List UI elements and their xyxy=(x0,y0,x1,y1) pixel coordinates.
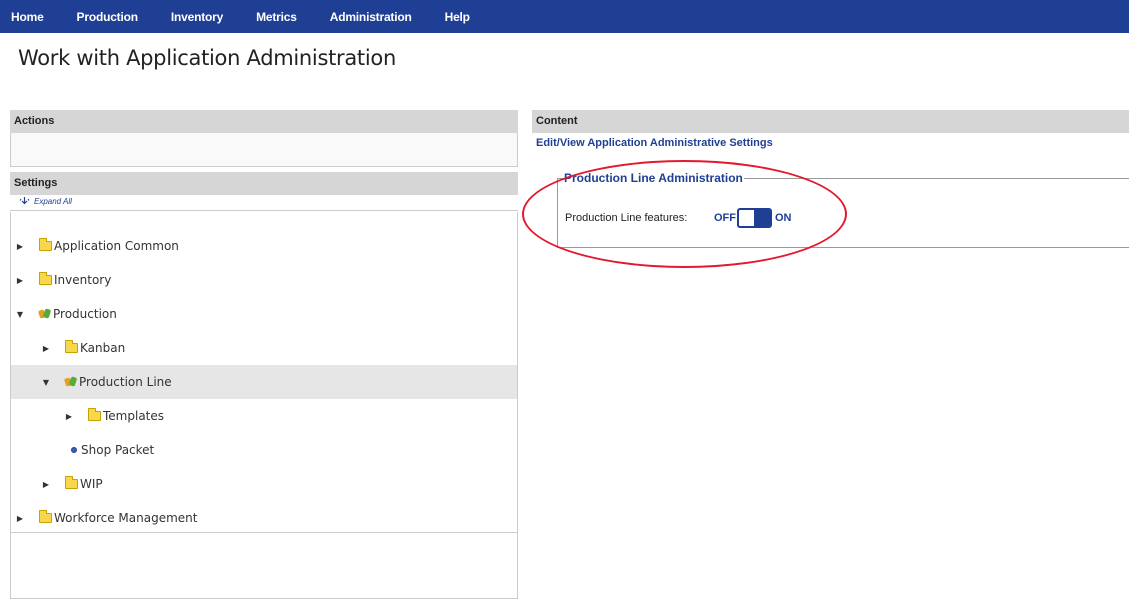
tree-item-label: WIP xyxy=(80,477,103,491)
feature-label: Production Line features: xyxy=(565,212,688,224)
nav-production[interactable]: Production xyxy=(77,10,139,24)
tree-item-application-common[interactable]: ▶ Application Common xyxy=(11,229,517,263)
toggle-off-label: OFF xyxy=(714,212,736,224)
tree-item-label: Production Line xyxy=(79,375,172,389)
tree-item-label: Templates xyxy=(103,409,165,423)
tree-item-workforce-management[interactable]: ▶ Workforce Management xyxy=(11,501,517,535)
nav-help[interactable]: Help xyxy=(445,10,470,24)
folder-icon xyxy=(87,408,101,421)
tree-item-label: Kanban xyxy=(80,341,126,355)
actions-header: Actions xyxy=(10,110,518,133)
collapsed-caret-icon[interactable]: ▶ xyxy=(41,344,51,353)
expand-all-label: Expand All xyxy=(34,197,72,206)
nav-administration[interactable]: Administration xyxy=(330,10,412,24)
gear-icon xyxy=(63,376,78,387)
actions-panel xyxy=(10,133,518,167)
dot-icon xyxy=(71,447,77,453)
fieldset-legend: Production Line Administration xyxy=(563,171,744,185)
settings-tree: ▶ Application Common ▶ Inventory ▼ Produ… xyxy=(10,212,518,599)
toggle-knob xyxy=(754,210,770,226)
gear-icon xyxy=(37,308,52,319)
tree-item-production-line[interactable]: ▼ Production Line xyxy=(11,365,517,399)
nav-home[interactable]: Home xyxy=(11,10,44,24)
tree-item-production[interactable]: ▼ Production xyxy=(11,297,517,331)
tree-toolbar-divider xyxy=(10,206,518,211)
tree-item-wip[interactable]: ▶ WIP xyxy=(11,467,517,501)
tree-item-label: Shop Packet xyxy=(81,443,155,457)
tree-item-inventory[interactable]: ▶ Inventory xyxy=(11,263,517,297)
collapsed-caret-icon[interactable]: ▶ xyxy=(41,480,51,489)
collapsed-caret-icon[interactable]: ▶ xyxy=(64,412,74,421)
settings-header: Settings xyxy=(10,172,518,195)
tree-list: ▶ Application Common ▶ Inventory ▼ Produ… xyxy=(11,229,517,533)
folder-icon xyxy=(38,238,52,251)
expanded-caret-icon[interactable]: ▼ xyxy=(41,378,51,387)
nav-inventory[interactable]: Inventory xyxy=(171,10,223,24)
tree-item-label: Workforce Management xyxy=(54,511,198,525)
toggle-on-label: ON xyxy=(775,212,792,224)
folder-icon xyxy=(64,340,78,353)
tree-item-label: Application Common xyxy=(54,239,179,253)
production-line-toggle[interactable] xyxy=(737,208,772,228)
folder-icon xyxy=(64,476,78,489)
collapsed-caret-icon[interactable]: ▶ xyxy=(15,242,25,251)
top-nav-bar: Home Production Inventory Metrics Admini… xyxy=(0,0,1129,33)
tree-item-label: Production xyxy=(53,307,117,321)
page-title: Work with Application Administration xyxy=(18,46,396,70)
collapsed-caret-icon[interactable]: ▶ xyxy=(15,514,25,523)
expanded-caret-icon[interactable]: ▼ xyxy=(15,310,25,319)
tree-item-shop-packet[interactable]: Shop Packet xyxy=(11,433,517,467)
content-subtitle: Edit/View Application Administrative Set… xyxy=(536,137,773,149)
tree-item-kanban[interactable]: ▶ Kanban xyxy=(11,331,517,365)
content-header: Content xyxy=(532,110,1129,133)
tree-item-templates[interactable]: ▶ Templates xyxy=(11,399,517,433)
folder-icon xyxy=(38,510,52,523)
tree-item-label: Inventory xyxy=(54,273,112,287)
nav-metrics[interactable]: Metrics xyxy=(256,10,297,24)
collapsed-caret-icon[interactable]: ▶ xyxy=(15,276,25,285)
folder-icon xyxy=(38,272,52,285)
